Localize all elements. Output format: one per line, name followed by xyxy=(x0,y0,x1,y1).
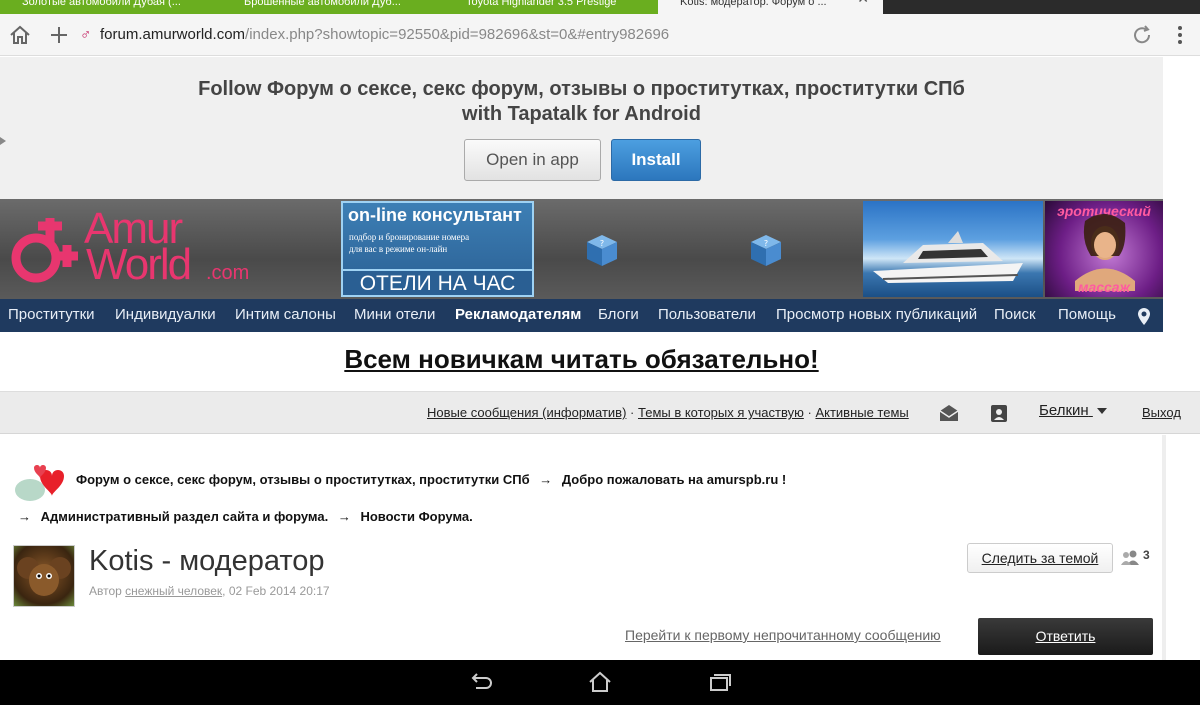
nav-item-users[interactable]: Пользователи xyxy=(658,299,756,332)
address-bar: ♂ forum.amurworld.com/index.php?showtopic… xyxy=(0,14,1200,56)
nav-item-intim-salons[interactable]: Интим салоны xyxy=(235,299,336,332)
breadcrumb-forum[interactable]: Форум о сексе, секс форум, отзывы о прос… xyxy=(76,472,530,487)
hotel-consultant-ad[interactable]: on-line консультант подбор и бронировани… xyxy=(341,201,534,297)
massage-ad[interactable]: эротический массаж xyxy=(1045,201,1163,297)
breadcrumb-row-1: Форум о сексе, секс форум, отзывы о прос… xyxy=(76,472,786,487)
user-links: Новые сообщения (информатив) · Темы в ко… xyxy=(427,405,909,420)
overflow-menu-icon[interactable] xyxy=(1168,23,1192,47)
svg-text:?: ? xyxy=(600,239,604,248)
browser-tab[interactable]: Брошенные автомобили Дуб... xyxy=(222,0,444,14)
recent-apps-icon[interactable] xyxy=(707,670,733,694)
collapse-triangle-icon[interactable] xyxy=(0,137,6,145)
topic-date: , 02 Feb 2014 20:17 xyxy=(222,584,330,598)
consult-title: on-line консультант xyxy=(348,205,522,225)
follow-topic-button[interactable]: Следить за темой xyxy=(967,543,1113,573)
consult-subtitle-line2: для вас в режиме он-лайн xyxy=(349,244,448,254)
site-header: Amur World .com on-line консультант подб… xyxy=(0,199,1163,299)
tab-label: Kotis: модератор. Форум о ... xyxy=(680,0,827,8)
consult-subtitle: подбор и бронирование номера для вас в р… xyxy=(349,231,469,255)
nav-item-search[interactable]: Поиск xyxy=(994,299,1036,332)
nav-item-prostitutes[interactable]: Проститутки xyxy=(8,299,95,332)
nav-item-new-posts[interactable]: Просмотр новых публикаций xyxy=(776,299,977,332)
tapatalk-title-line1: Follow Форум о сексе, секс форум, отзывы… xyxy=(198,78,965,100)
topic-meta: Автор снежный человек, 02 Feb 2014 20:17 xyxy=(89,584,330,598)
breadcrumb-arrow-icon: → xyxy=(539,472,553,487)
yacht-image xyxy=(873,231,1023,283)
nav-item-mini-hotels[interactable]: Мини отели xyxy=(354,299,435,332)
tab-label: Toyota Highlander 3.5 Prestige xyxy=(466,0,617,8)
breadcrumb-admin-section[interactable]: Административный раздел сайта и форума. xyxy=(41,509,329,524)
username-menu[interactable]: Белкин xyxy=(1039,402,1107,419)
link-separator: · xyxy=(807,405,812,420)
tab-label: Золотые автомобили Дубая (... xyxy=(22,0,181,8)
browser-tab[interactable]: Toyota Highlander 3.5 Prestige xyxy=(444,0,658,14)
forum-home-icon[interactable] xyxy=(12,462,70,504)
announcement-link[interactable]: Всем новичкам читать обязательно! xyxy=(0,344,1163,375)
reload-icon[interactable] xyxy=(1130,23,1154,47)
tapatalk-banner: Follow Форум о сексе, секс форум, отзывы… xyxy=(0,57,1163,199)
mail-icon[interactable] xyxy=(938,402,960,424)
breadcrumb-forum-news[interactable]: Новости Форума. xyxy=(360,509,472,524)
nav-item-help[interactable]: Помощь xyxy=(1058,299,1116,332)
system-nav-bar xyxy=(0,660,1200,705)
nav-item-blogs[interactable]: Блоги xyxy=(598,299,639,332)
consult-hotels-label: ОТЕЛИ НА ЧАС xyxy=(343,269,532,295)
url-path: /index.php?showtopic=92550&pid=982696&st… xyxy=(245,26,670,43)
topic-title: Kotis - модератор xyxy=(89,545,325,577)
logo-symbol-icon xyxy=(11,218,78,283)
followers-icon xyxy=(1121,550,1139,565)
link-separator: · xyxy=(630,405,635,420)
logout-link[interactable]: Выход xyxy=(1142,405,1181,420)
author-avatar[interactable] xyxy=(13,545,75,607)
back-icon[interactable] xyxy=(468,670,494,694)
open-in-app-button[interactable]: Open in app xyxy=(464,139,601,181)
install-button[interactable]: Install xyxy=(611,139,701,181)
svg-text:?: ? xyxy=(764,239,768,248)
followers-count: 3 xyxy=(1143,548,1150,562)
url-field[interactable]: ♂ forum.amurworld.com/index.php?showtopic… xyxy=(80,20,1160,50)
missing-plugin-icon: ? xyxy=(751,235,781,266)
username-label: Белкин xyxy=(1039,402,1089,419)
amurworld-logo[interactable]: Amur World .com xyxy=(6,204,336,294)
breadcrumb-arrow-icon: → xyxy=(337,509,351,524)
home-icon[interactable] xyxy=(8,23,32,47)
browser-tab-active[interactable]: Kotis: модератор. Форум о ...✕ xyxy=(658,0,883,14)
meta-prefix: Автор xyxy=(89,584,122,598)
browser-tab[interactable]: Золотые автомобили Дубая (... xyxy=(0,0,222,14)
logo-world-text: World xyxy=(86,240,192,289)
home-button-icon[interactable] xyxy=(587,670,613,694)
chevron-down-icon xyxy=(1096,408,1107,415)
reply-button[interactable]: Ответить xyxy=(978,618,1153,655)
user-bar: Новые сообщения (информатив) · Темы в ко… xyxy=(0,391,1200,434)
new-tab-icon[interactable] xyxy=(47,23,71,47)
breadcrumb-welcome[interactable]: Добро пожаловать на amurspb.ru ! xyxy=(562,472,786,487)
nav-item-individuals[interactable]: Индивидуалки xyxy=(115,299,216,332)
yacht-ad[interactable] xyxy=(863,201,1043,297)
active-topics-link[interactable]: Активные темы xyxy=(815,405,908,420)
new-messages-link[interactable]: Новые сообщения (информатив) xyxy=(427,405,626,420)
browser-tab-strip: Золотые автомобили Дубая (... Брошенные … xyxy=(0,0,1200,14)
breadcrumb-arrow-icon: → xyxy=(18,509,31,524)
url-host: forum.amurworld.com xyxy=(100,26,246,43)
tab-label: Брошенные автомобили Дуб... xyxy=(244,0,401,8)
nav-item-advertisers[interactable]: Рекламодателям xyxy=(455,299,581,332)
first-unread-link[interactable]: Перейти к первому непрочитанному сообщен… xyxy=(625,627,941,643)
missing-plugin-icon: ? xyxy=(587,235,617,266)
tapatalk-title: Follow Форум о сексе, секс форум, отзывы… xyxy=(0,77,1163,127)
author-link[interactable]: снежный человек xyxy=(125,584,222,598)
topic-content: Форум о сексе, секс форум, отзывы о прос… xyxy=(0,435,1166,660)
main-nav: Проститутки Индивидуалки Интим салоны Ми… xyxy=(0,299,1163,332)
site-favicon-icon: ♂ xyxy=(80,26,92,43)
user-card-icon[interactable] xyxy=(988,402,1010,424)
my-topics-link[interactable]: Темы в которых я участвую xyxy=(638,405,804,420)
logo-com-text: .com xyxy=(206,262,250,284)
tapatalk-title-line2: with Tapatalk for Android xyxy=(462,103,701,125)
massage-ad-bottom-text: массаж xyxy=(1078,279,1130,295)
breadcrumb-row-2: → Административный раздел сайта и форума… xyxy=(18,509,473,524)
consult-subtitle-line1: подбор и бронирование номера xyxy=(349,232,470,242)
location-pin-icon[interactable] xyxy=(1137,306,1151,326)
